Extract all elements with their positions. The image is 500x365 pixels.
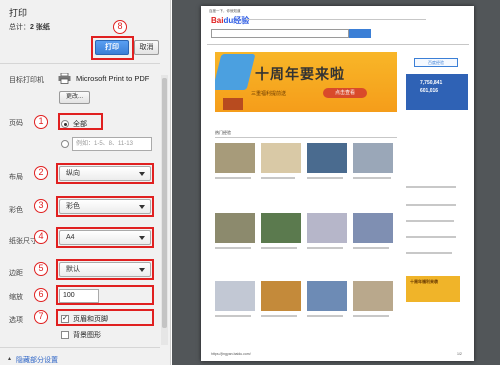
caption-line (307, 315, 343, 317)
stats-box: 7,750,841 601,016 (406, 74, 468, 110)
annotation-box-print (91, 36, 134, 60)
baidu-watermark: Baidu经验 jingyan.baidu.com (395, 326, 465, 349)
annotation-number-8: 8 (113, 20, 127, 34)
cancel-button[interactable]: 取消 (134, 40, 159, 55)
thumbnail-image (353, 143, 393, 173)
thumbnail-image (215, 143, 255, 173)
section-title: 热门经验 (215, 130, 231, 135)
layout-label: 布局 (9, 174, 23, 181)
caption-line (215, 177, 251, 179)
thumbnail-image (261, 143, 301, 173)
annotation-number-1: 1 (34, 115, 48, 129)
hide-settings-link[interactable]: 隐藏部分设置 (16, 355, 58, 365)
box-illustration (223, 98, 243, 110)
thumbnail-image (215, 281, 255, 311)
side-ad-text: 十周年福利来袭 (410, 279, 438, 284)
annotation-number-6: 6 (34, 288, 48, 302)
sidebar-text-line (406, 252, 452, 254)
sidebar-text-line (406, 220, 454, 222)
paper-size-label: 纸张尺寸 (9, 238, 37, 245)
sidebar-text-line (406, 204, 456, 206)
caption-line (353, 247, 389, 249)
sidebar-text-line (406, 186, 456, 188)
header-divider-line (207, 44, 469, 45)
stats-line-2: 601,016 (420, 88, 439, 94)
caption-line (307, 247, 343, 249)
scrollbar-thumb[interactable] (162, 78, 167, 328)
banner-subtext: 三重福利提前送 (251, 91, 287, 97)
caption-line (307, 177, 343, 179)
page-header-left: 百度一下，你就知道 (209, 9, 241, 13)
printer-name: Microsoft Print to PDF (76, 74, 150, 83)
watermark-subtext: jingyan.baidu.com (433, 344, 466, 349)
sidebar-text-line (406, 236, 456, 238)
section-line (215, 137, 397, 138)
caption-line (261, 177, 295, 179)
thumbnail-image (353, 281, 393, 311)
total-label: 总计： (9, 24, 30, 31)
annotation-box-pages (58, 113, 103, 130)
pages-custom-radio[interactable] (61, 140, 69, 148)
thumbnail-image (353, 213, 393, 243)
print-settings-panel: 打印 总计：2 张纸 打印 取消 目标打印机 Microsoft Print t… (0, 0, 171, 365)
caption-line (215, 247, 251, 249)
annotation-number-7: 7 (34, 310, 48, 324)
annotation-number-2: 2 (34, 166, 48, 180)
page-footer-url: https://jingyan.baidu.com/ (211, 352, 251, 356)
thumbnail-image (307, 143, 347, 173)
total-pages: 总计：2 张纸 (9, 22, 50, 32)
banner-button: 点击查看 (323, 88, 367, 98)
chevron-up-icon[interactable]: ▴ (8, 355, 11, 362)
baidu-logo: Baidu经验 (211, 16, 250, 25)
banner-headline: 十周年要来啦 (255, 66, 345, 82)
caption-line (353, 177, 391, 179)
annotation-box-options (56, 309, 154, 326)
annotation-number-4: 4 (34, 230, 48, 244)
preview-page[interactable]: 百度一下，你就知道 Baidu经验 十周年要来啦 三重福利提前送 点击查看 百度… (201, 6, 474, 361)
margins-label: 边距 (9, 270, 23, 277)
bottom-divider (0, 347, 160, 348)
side-login-button: 百度经验 (414, 58, 458, 67)
search-button (349, 29, 371, 38)
pages-custom-input[interactable]: 例如：1-5、8、11-13 (72, 137, 152, 151)
stats-line-1: 7,750,841 (420, 80, 443, 86)
background-graphics-label: 背景图形 (73, 332, 101, 339)
annotation-box-scale (56, 285, 154, 305)
annotation-box-color (56, 196, 154, 217)
annotation-number-3: 3 (34, 199, 48, 213)
scale-label: 缩放 (9, 294, 23, 301)
dialog-title: 打印 (9, 8, 28, 18)
color-label: 彩色 (9, 207, 23, 214)
side-ad: 十周年福利来袭 (406, 276, 460, 302)
side-login-panel: 百度经验 7,750,841 601,016 (406, 52, 468, 112)
kite-illustration (215, 54, 256, 90)
thumbnail-image (215, 213, 255, 243)
thumbnail-image (261, 213, 301, 243)
caption-line (261, 315, 297, 317)
watermark-text: Baidu经验 (395, 328, 466, 344)
nav-line (246, 19, 426, 20)
header-divider (0, 63, 160, 64)
thumbnail-image (261, 281, 301, 311)
search-box (211, 29, 349, 38)
caption-line (215, 315, 251, 317)
caption-line (353, 315, 389, 317)
destination-label: 目标打印机 (9, 77, 44, 84)
change-printer-button[interactable]: 更改... (59, 91, 90, 104)
total-value: 2 张纸 (30, 24, 50, 31)
annotation-box-paper (56, 227, 154, 248)
annotation-box-margins (56, 259, 154, 280)
thumbnail-image (307, 213, 347, 243)
options-label: 选项 (9, 317, 23, 324)
background-graphics-checkbox[interactable] (61, 331, 69, 339)
caption-line (261, 247, 297, 249)
printer-icon (58, 73, 71, 84)
annotation-number-5: 5 (34, 262, 48, 276)
pages-label: 页码 (9, 120, 23, 127)
print-preview-area: 百度一下，你就知道 Baidu经验 十周年要来啦 三重福利提前送 点击查看 百度… (172, 0, 500, 365)
promo-banner: 十周年要来啦 三重福利提前送 点击查看 (215, 52, 397, 112)
annotation-box-layout (56, 163, 154, 184)
thumbnail-image (307, 281, 347, 311)
page-footer-number: 1/2 (457, 352, 462, 356)
